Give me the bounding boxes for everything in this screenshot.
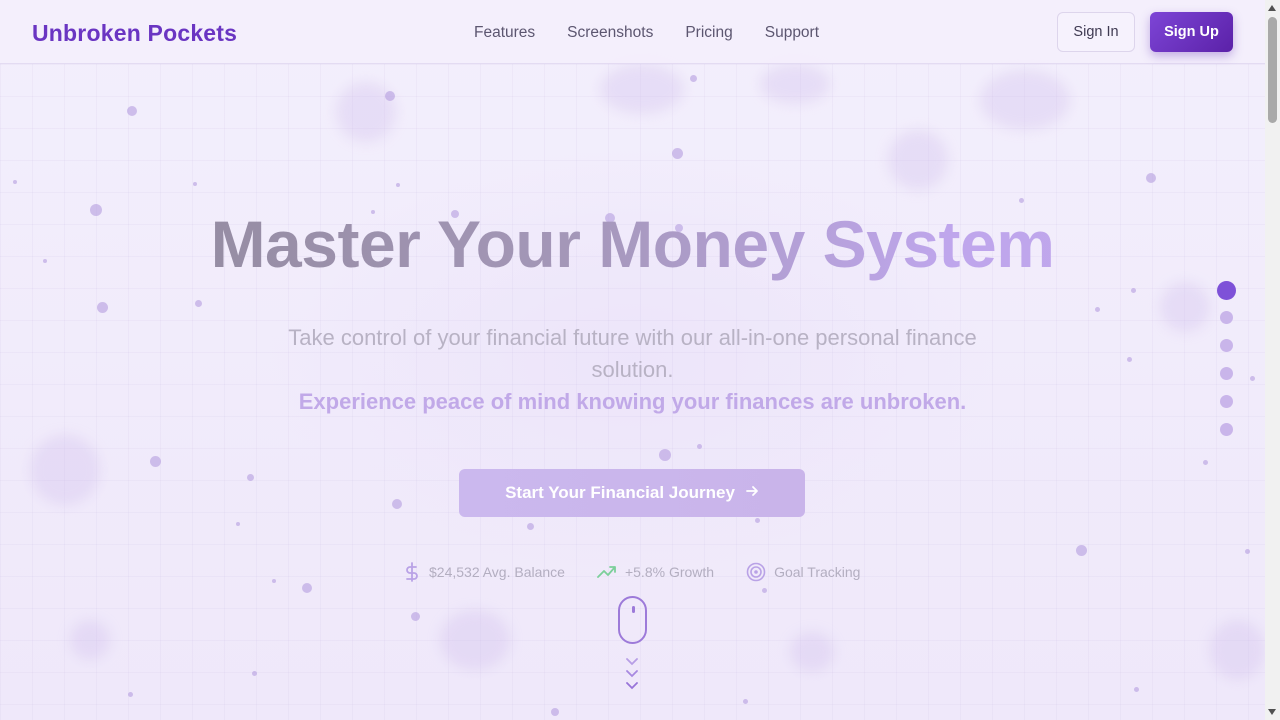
background-blob [600,64,684,114]
background-dot [690,75,697,82]
background-dot [755,518,760,523]
section-dot[interactable] [1220,311,1233,324]
background-dot [97,302,108,313]
background-blob [980,70,1070,130]
background-dot [1250,376,1255,381]
cta-label: Start Your Financial Journey [505,483,735,502]
section-dot-active[interactable] [1217,281,1236,300]
background-blob [888,130,948,190]
section-dot[interactable] [1220,339,1233,352]
nav-link-support[interactable]: Support [765,24,819,42]
sign-in-button[interactable]: Sign In [1057,12,1135,52]
background-dot [762,588,767,593]
hero-stats: $24,532 Avg. Balance +5.8% Growth Goal T… [403,562,860,582]
scroll-mouse-icon[interactable] [618,596,647,644]
background-dot [672,148,683,159]
background-blob [790,632,834,672]
background-blob [70,620,110,660]
stat-goal-tracking: Goal Tracking [746,562,860,582]
main-nav: Features Screenshots Pricing Support [474,24,819,42]
background-dot [392,499,402,509]
background-dot [150,456,161,467]
nav-link-screenshots[interactable]: Screenshots [567,24,653,42]
scroll-down-arrow-icon[interactable] [1268,709,1276,715]
start-journey-button[interactable]: Start Your Financial Journey [459,469,805,517]
background-dot [551,708,559,716]
background-dot [743,699,748,704]
hero-subtitle: Take control of your financial future wi… [288,325,977,382]
background-dot [193,182,197,186]
background-blob [1160,282,1210,332]
arrow-right-icon [745,483,759,503]
hero-tagline: Experience peace of mind knowing your fi… [298,389,967,414]
background-dot [659,449,671,461]
trending-up-icon [597,565,617,579]
background-dot [1203,460,1208,465]
background-dot [252,671,257,676]
stat-label: $24,532 Avg. Balance [429,564,565,580]
stat-growth: +5.8% Growth [597,564,714,580]
background-blob [1210,620,1265,680]
background-dot [236,522,240,526]
chevron-down-icon [626,658,638,666]
background-dot [697,444,702,449]
section-dot[interactable] [1220,423,1233,436]
background-dot [1134,687,1139,692]
background-dot [272,579,276,583]
background-dot [127,106,137,116]
background-blob [30,435,100,505]
background-dot [247,474,254,481]
background-dot [1019,198,1024,203]
stat-avg-balance: $24,532 Avg. Balance [403,562,565,582]
stat-label: +5.8% Growth [624,564,715,580]
dollar-icon [403,562,421,582]
top-navbar: Unbroken Pockets Features Screenshots Pr… [0,0,1265,64]
background-dot [396,183,400,187]
background-dot [128,692,133,697]
nav-link-features[interactable]: Features [474,24,535,42]
background-dot [1095,307,1100,312]
background-dot [13,180,17,184]
background-blob [760,64,830,104]
background-dot [1127,357,1132,362]
scroll-up-arrow-icon[interactable] [1268,5,1276,11]
background-dot [411,612,420,621]
scrollbar-thumb[interactable] [1268,17,1277,123]
sign-up-button[interactable]: Sign Up [1150,12,1233,52]
section-dot[interactable] [1220,367,1233,380]
background-dot [527,523,534,530]
hero-title: Master Your Money System [0,204,1265,284]
background-blob [440,610,510,670]
section-dot[interactable] [1220,395,1233,408]
background-dot [302,583,312,593]
background-dot [1245,549,1250,554]
background-dot [1076,545,1087,556]
nav-link-pricing[interactable]: Pricing [685,24,732,42]
brand-logo[interactable]: Unbroken Pockets [32,20,237,47]
background-dot [385,91,395,101]
background-dot [195,300,202,307]
target-icon [746,562,766,582]
landing-page: Unbroken Pockets Features Screenshots Pr… [0,0,1265,720]
chevron-down-icon [626,682,638,690]
chevron-down-icon [626,670,638,678]
stat-label: Goal Tracking [774,564,861,580]
background-dot [1131,288,1136,293]
page-scrollbar[interactable] [1265,0,1280,720]
background-dot [1146,173,1156,183]
